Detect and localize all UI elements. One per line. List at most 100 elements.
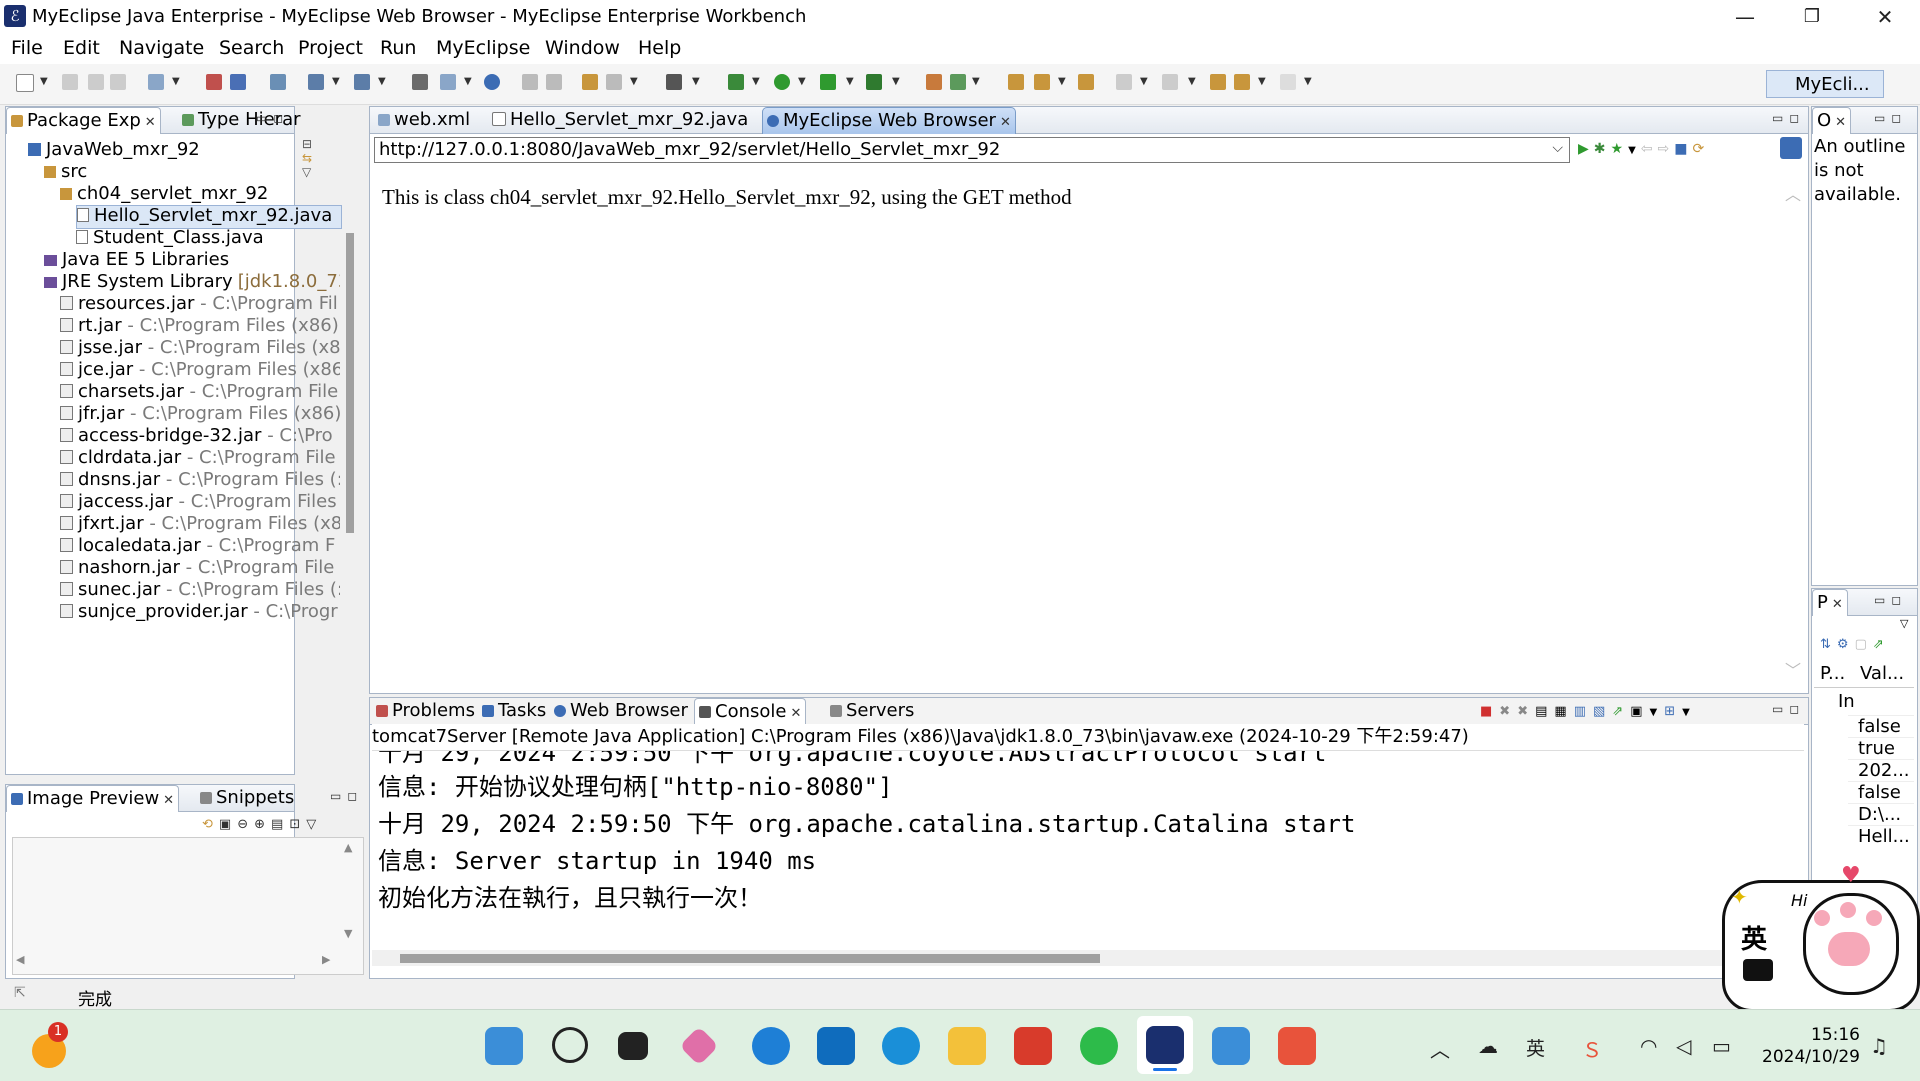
perspective-myeclipse-button[interactable]: MyEcli... [1766, 70, 1884, 98]
pen-icon[interactable] [1034, 74, 1050, 90]
menu-help[interactable]: Help [638, 37, 681, 59]
view-menu-icon[interactable]: ▽ [1900, 617, 1908, 630]
chevron-down-icon[interactable]: ▼ [1058, 76, 1066, 87]
minimize-maximize-icon[interactable]: ▭◻ [330, 789, 363, 803]
globe-icon[interactable] [484, 74, 500, 90]
property-value[interactable]: D:\... [1848, 803, 1914, 825]
tab-web-xml[interactable]: web.xml [374, 107, 474, 133]
scroll-thumb[interactable] [400, 954, 1100, 963]
tab-outline[interactable]: O ✕ [1812, 107, 1852, 134]
menu-run[interactable]: Run [380, 37, 416, 59]
tree-item[interactable]: Java EE 5 Libraries [44, 249, 340, 271]
forward-icon[interactable] [1280, 74, 1296, 90]
edge-legacy-app-icon[interactable] [752, 1027, 790, 1065]
chevron-down-icon[interactable]: ▼ [378, 76, 386, 87]
menu-window[interactable]: Window [545, 37, 620, 59]
back-icon[interactable]: ⇦ [1641, 141, 1658, 157]
chevron-down-icon[interactable]: ▼ [892, 76, 900, 87]
tab-tasks[interactable]: Tasks [478, 698, 550, 724]
new-package-icon[interactable] [950, 74, 966, 90]
chevron-down-icon[interactable]: ▼ [692, 76, 700, 87]
tree-item[interactable]: JavaWeb_mxr_92 [28, 139, 340, 161]
refresh-icon[interactable]: ⟲ [202, 817, 219, 832]
close-icon[interactable]: ✕ [163, 793, 174, 808]
remove-launch-icon[interactable]: ✖ [1499, 704, 1517, 719]
run-icon[interactable] [774, 74, 790, 90]
tree-item[interactable]: sunec.jar - C:\Program Files (: [60, 579, 340, 601]
maximize-button[interactable]: ❐ [1782, 2, 1842, 32]
last-edit-icon[interactable] [1210, 74, 1226, 90]
minimize-maximize-icon[interactable]: ▭◻ [1874, 111, 1907, 125]
scroll-thumb[interactable] [346, 233, 354, 533]
scroll-up-icon[interactable]: ▲ [344, 841, 352, 854]
remove-all-icon[interactable]: ✖ [1517, 704, 1535, 719]
chevron-down-icon[interactable]: ▼ [1628, 145, 1641, 156]
zoom-fit-icon[interactable]: ⊡ [289, 817, 306, 832]
tab-hello-servlet-java[interactable]: Hello_Servlet_mxr_92.java [488, 107, 752, 133]
fit-icon[interactable]: ▣ [219, 817, 237, 832]
scroll-down-icon[interactable]: ▼ [344, 927, 352, 940]
filter-icon[interactable]: ⚙ [1837, 637, 1855, 652]
open-task-icon[interactable] [230, 74, 246, 90]
next-annotation-icon[interactable] [1116, 74, 1132, 90]
chevron-down-icon[interactable]: ▼ [752, 76, 760, 87]
sogou-tray-icon[interactable]: Ｓ [1582, 1034, 1602, 1063]
restore-icon[interactable]: ▢ [1855, 637, 1873, 652]
pin-icon[interactable]: ⇗ [1873, 637, 1890, 652]
toggle-mark-icon[interactable] [546, 74, 562, 90]
clock[interactable]: 15:16 2024/10/29 [1760, 1024, 1860, 1068]
chevron-down-icon[interactable]: ▼ [332, 76, 340, 87]
favorites-icon[interactable]: ★ [1611, 141, 1629, 157]
image-icon[interactable] [440, 74, 456, 90]
menu-project[interactable]: Project [298, 37, 363, 59]
notepad-icon[interactable] [1212, 1027, 1250, 1065]
property-column-header[interactable]: P... [1820, 663, 1845, 684]
browser-icon[interactable] [354, 74, 370, 90]
refresh-icon[interactable]: ⟳ [1692, 141, 1709, 157]
tree-item[interactable]: Hello_Servlet_mxr_92.java [76, 205, 342, 229]
tab-myeclipse-web-browser[interactable]: MyEclipse Web Browser ✕ [762, 107, 1016, 134]
value-column-header[interactable]: Val... [1860, 663, 1904, 684]
close-button[interactable]: ✕ [1855, 2, 1915, 32]
file-explorer-icon[interactable] [948, 1027, 986, 1065]
tab-problems[interactable]: Problems [372, 698, 479, 724]
view-menu-icon[interactable]: ▽ [306, 817, 322, 832]
minimize-maximize-icon[interactable]: ▭◻ [1772, 111, 1805, 125]
tree-item[interactable]: jce.jar - C:\Program Files (x86 [60, 359, 340, 381]
console-horizontal-scrollbar[interactable] [372, 950, 1804, 966]
close-icon[interactable]: ✕ [1000, 115, 1011, 130]
wps-office-icon[interactable] [1014, 1027, 1052, 1065]
gitkraken-app-icon[interactable] [679, 1026, 719, 1066]
stop-icon[interactable]: ■ [1674, 141, 1692, 157]
tab-snippets[interactable]: Snippets [196, 785, 298, 811]
scroll-right-icon[interactable]: ▶ [322, 953, 330, 966]
property-value[interactable]: Hell... [1848, 825, 1914, 847]
ime-indicator[interactable]: 英 [1526, 1034, 1545, 1061]
display-console-icon[interactable]: ▣ [1630, 704, 1649, 719]
tree-item[interactable]: JRE System Library [jdk1.8.0_73 [44, 271, 340, 293]
search-icon[interactable] [606, 74, 622, 90]
close-icon[interactable]: ✕ [790, 706, 801, 721]
close-icon[interactable]: ✕ [145, 115, 156, 130]
save-icon[interactable] [62, 74, 78, 90]
chevron-down-icon[interactable]: ▼ [846, 76, 854, 87]
tree-item[interactable]: jfr.jar - C:\Program Files (x86) [60, 403, 340, 425]
tab-package-explorer[interactable]: Package Exp ✕ [6, 107, 161, 134]
new-icon[interactable] [16, 74, 34, 92]
chevron-down-icon[interactable]: ▼ [1650, 707, 1665, 718]
chevron-down-icon[interactable]: ▼ [1188, 76, 1196, 87]
chevron-down-icon[interactable]: ▼ [630, 76, 638, 87]
battery-icon[interactable]: ▭ [1712, 1034, 1731, 1058]
menu-search[interactable]: Search [219, 37, 284, 59]
tree-item[interactable]: charsets.jar - C:\Program File [60, 381, 340, 403]
prev-annotation-icon[interactable] [1162, 74, 1178, 90]
tree-item[interactable]: src [44, 161, 340, 183]
task-view-icon[interactable] [618, 1032, 648, 1060]
go-icon[interactable]: ▶ [1578, 141, 1594, 157]
tab-servers[interactable]: Servers [826, 698, 918, 724]
tree-item[interactable]: dnsns.jar - C:\Program Files (: [60, 469, 340, 491]
chevron-down-icon[interactable]: ▼ [172, 76, 180, 87]
wifi-icon[interactable]: ◠ [1640, 1034, 1657, 1058]
tree-item[interactable]: localedata.jar - C:\Program F [60, 535, 340, 557]
tree-item[interactable]: jfxrt.jar - C:\Program Files (x8 [60, 513, 340, 535]
